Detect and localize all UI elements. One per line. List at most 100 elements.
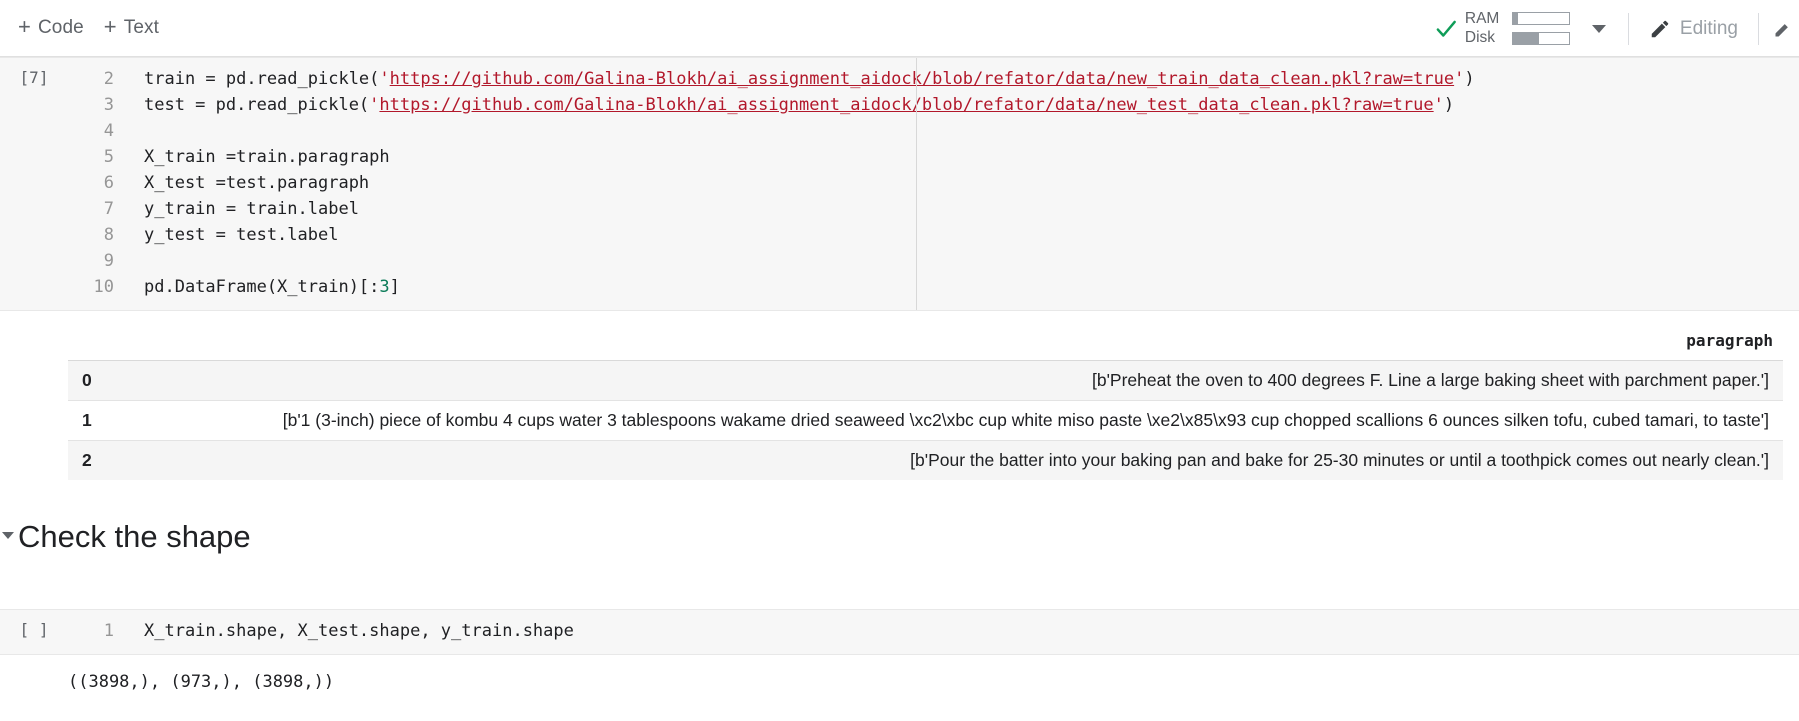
table-row-index: 2	[68, 440, 112, 480]
triangle-glyph	[2, 531, 14, 539]
disk-label: Disk	[1464, 29, 1496, 46]
code-token: 3	[379, 277, 390, 297]
execution-count[interactable]: [7]	[0, 58, 68, 310]
cell-output-text: ((3898,), (973,), (3898,))	[68, 671, 335, 692]
resources-dropdown-button[interactable]	[1582, 12, 1616, 46]
code-line: 7 y_train = train.label	[68, 196, 1799, 222]
line-number: 2	[103, 69, 114, 89]
code-text: pd.DataFrame(X_train)[:3]	[114, 274, 1799, 300]
code-token: '	[369, 95, 380, 115]
add-text-cell-button[interactable]: + Text	[94, 12, 169, 44]
pencil-icon	[1775, 23, 1788, 36]
code-token: train = pd.read_pickle(	[144, 69, 380, 89]
table-row: 2 [b'Pour the batter into your baking pan…	[68, 440, 1783, 480]
code-token: '	[379, 69, 390, 89]
ram-meter-bar	[1511, 12, 1570, 26]
run-cell-button[interactable]: [ ]	[0, 610, 68, 654]
line-number: 5	[103, 147, 114, 167]
code-text: X_test =test.paragraph	[114, 170, 1799, 196]
code-cell-container[interactable]: [7] 2 train = pd.read_pickle('https://git…	[0, 57, 1799, 311]
code-line: 6 X_test =test.paragraph	[68, 170, 1799, 196]
code-token: '	[1454, 69, 1465, 89]
line-number: 8	[103, 225, 114, 245]
code-url-link[interactable]: https://github.com/Galina-Blokh/ai_assig…	[390, 69, 1454, 89]
triangle-down-icon[interactable]	[1, 528, 15, 542]
toolbar-right-group: RAM Disk Editing	[1433, 0, 1799, 57]
code-line: 1 X_train.shape, X_test.shape, y_train.sh…	[68, 618, 1799, 644]
toolbar-divider	[1627, 12, 1629, 45]
dataframe-scroll-container[interactable]: paragraph 0 [b'Preheat the oven to 400 de…	[68, 325, 1791, 480]
code-text: y_test = test.label	[114, 222, 1799, 248]
code-text: train = pd.read_pickle('https://github.c…	[114, 66, 1799, 92]
table-row: 1 [b'1 (3-inch) piece of kombu 4 cups wat…	[68, 400, 1783, 441]
table-row-index: 1	[68, 400, 112, 441]
code-editor[interactable]: 2 train = pd.read_pickle('https://github.…	[68, 58, 1799, 310]
code-token: X_train =train.paragraph	[144, 147, 390, 167]
dataframe-table: paragraph 0 [b'Preheat the oven to 400 de…	[68, 325, 1783, 480]
code-text: y_train = train.label	[114, 196, 1799, 222]
ram-label: RAM	[1464, 9, 1500, 27]
table-cell-paragraph: [b'Preheat the oven to 400 degrees F. Li…	[112, 360, 1783, 401]
line-number: 10	[93, 277, 114, 297]
code-editor[interactable]: 1 X_train.shape, X_test.shape, y_train.sh…	[68, 610, 1799, 654]
code-line: 9	[68, 248, 1799, 274]
cell-output-dataframe: paragraph 0 [b'Preheat the oven to 400 de…	[0, 311, 1799, 480]
notebook-body: [7] 2 train = pd.read_pickle('https://git…	[0, 57, 1799, 695]
line-number: 6	[103, 173, 114, 193]
code-line: 10 pd.DataFrame(X_train)[:3]	[68, 274, 1799, 300]
markdown-cell[interactable]: Check the shape	[0, 480, 1799, 571]
line-number: 4	[103, 121, 114, 141]
add-code-cell-button[interactable]: + Code	[8, 12, 94, 44]
disk-meter-fill	[1512, 32, 1540, 44]
table-cell-paragraph: [b'Pour the batter into your baking pan …	[112, 440, 1783, 480]
line-number: 7	[103, 199, 114, 219]
code-token: test = pd.read_pickle(	[144, 95, 370, 115]
share-button[interactable]	[1771, 18, 1793, 40]
resource-usage-indicator[interactable]: RAM Disk	[1464, 9, 1570, 47]
line-number: 3	[103, 95, 114, 115]
disk-meter-bar	[1511, 31, 1570, 45]
table-row-index: 0	[68, 360, 112, 401]
code-token: y_train = train.label	[144, 199, 359, 219]
toolbar-divider	[1758, 12, 1759, 45]
chevron-down-icon	[1591, 24, 1606, 33]
dataframe-index-header	[68, 325, 112, 361]
table-row: 0 [b'Preheat the oven to 400 degrees F. L…	[68, 360, 1783, 401]
code-line: 4	[68, 118, 1799, 144]
code-token: y_test = test.label	[144, 225, 339, 245]
code-line: 3 test = pd.read_pickle('https://github.c…	[68, 92, 1799, 118]
disk-meter-row: Disk	[1464, 29, 1570, 46]
editing-mode-button[interactable]: Editing	[1641, 12, 1746, 46]
code-token: X_test =test.paragraph	[144, 173, 370, 193]
code-token: X_train.shape, X_test.shape, y_train.sha…	[144, 620, 574, 641]
code-cell-container[interactable]: [ ] 1 X_train.shape, X_test.shape, y_trai…	[0, 608, 1799, 655]
ram-meter-fill	[1512, 13, 1518, 25]
dataframe-column-header-paragraph: paragraph	[112, 325, 1783, 361]
code-line: 5 X_train =train.paragraph	[68, 144, 1799, 170]
code-token: ]	[389, 277, 400, 297]
code-token: )	[1443, 95, 1455, 115]
plus-icon: +	[103, 14, 117, 39]
add-text-cell-label: Text	[123, 17, 159, 38]
code-text: test = pd.read_pickle('https://github.co…	[114, 92, 1799, 118]
editing-label: Editing	[1679, 17, 1738, 39]
code-url-link[interactable]: https://github.com/Galina-Blokh/ai_assig…	[379, 95, 1433, 115]
line-number: 9	[103, 251, 114, 271]
code-token: pd.DataFrame(X_train)[:	[144, 277, 380, 297]
plus-icon: +	[18, 14, 31, 39]
code-cell[interactable]: [7] 2 train = pd.read_pickle('https://git…	[0, 57, 1799, 311]
code-text: X_train.shape, X_test.shape, y_train.sha…	[114, 618, 1799, 644]
code-cell[interactable]: [ ] 1 X_train.shape, X_test.shape, y_trai…	[0, 608, 1799, 695]
dataframe-body: 0 [b'Preheat the oven to 400 degrees F. L…	[68, 360, 1783, 480]
page-title: Check the shape	[18, 519, 251, 554]
ram-meter-row: RAM	[1464, 9, 1570, 27]
notebook-toolbar: + Code + Text RAM Disk Editing	[0, 0, 1799, 57]
dataframe-head: paragraph	[68, 325, 1783, 361]
add-code-cell-label: Code	[37, 17, 84, 38]
code-text: X_train =train.paragraph	[114, 144, 1799, 170]
pencil-icon	[1649, 18, 1671, 40]
code-line: 8 y_test = test.label	[68, 222, 1799, 248]
code-line: 2 train = pd.read_pickle('https://github.…	[68, 66, 1799, 92]
table-cell-paragraph: [b'1 (3-inch) piece of kombu 4 cups wate…	[112, 400, 1783, 441]
